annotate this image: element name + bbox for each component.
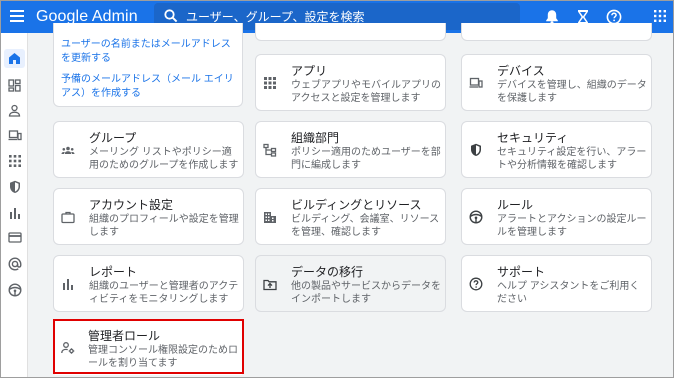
card-rules[interactable]: ルール アラートとアクションの設定ルールを管理します — [461, 188, 652, 245]
person-icon — [8, 104, 21, 117]
card-title: アカウント設定 — [89, 198, 174, 212]
card-apps[interactable]: アプリ ウェブアプリやモバイルアプリのアクセスと設定を管理します — [255, 54, 446, 111]
help-icon — [469, 277, 483, 290]
nav-devices[interactable] — [7, 128, 22, 143]
admin-console-window: Google Admin ユーザー、グループ、設定を検索 ユーザーの名前またはメ… — [0, 0, 674, 378]
steering-wheel-icon — [7, 282, 22, 297]
card-devices[interactable]: デバイス デバイスを管理し、組織のデータを保護します — [461, 54, 652, 111]
card-reports[interactable]: レポート 組織のユーザーと管理者のアクティビティをモニタリングします — [53, 255, 244, 312]
card-description: ヘルプ アシスタントをご利用ください — [497, 281, 640, 305]
card-description: ポリシー適用のためユーザーを部門に編成します — [291, 147, 441, 171]
bar-chart-icon — [63, 278, 73, 290]
devices-icon — [469, 77, 483, 88]
nav-security[interactable] — [7, 179, 22, 194]
nav-users[interactable] — [7, 103, 22, 118]
shield-icon — [9, 180, 20, 193]
search-placeholder[interactable]: ユーザー、グループ、設定を検索 — [186, 10, 365, 24]
dashboard-icon — [8, 79, 21, 92]
upload-folder-icon — [263, 279, 277, 290]
card-buildings[interactable]: ビルディングとリソース ビルディング、会議室、リソースを管理、確認します — [255, 188, 446, 245]
card-description: デバイスを管理し、組織のデータを保護します — [497, 80, 647, 104]
card-title: デバイス — [497, 64, 545, 78]
side-nav — [1, 33, 28, 377]
briefcase-icon — [61, 211, 75, 223]
card-support[interactable]: サポート ヘルプ アシスタントをご利用ください — [461, 255, 652, 312]
nav-rules[interactable] — [7, 282, 22, 297]
apps-grid-icon[interactable] — [654, 10, 666, 22]
nav-dashboard[interactable] — [7, 78, 22, 93]
devices-icon — [8, 130, 22, 141]
apps-icon — [8, 154, 21, 167]
card-description: ビルディング、会議室、リソースを管理、確認します — [291, 214, 440, 238]
card-title: グループ — [89, 131, 137, 145]
nav-reports[interactable] — [7, 205, 22, 220]
at-sign-icon — [7, 256, 22, 271]
nav-domains[interactable] — [7, 256, 22, 271]
groups-icon — [61, 146, 75, 154]
create-alias-link[interactable]: 予備のメールアドレス（メール エイリアス）を作成する — [61, 73, 236, 100]
card-security[interactable]: セキュリティ セキュリティ設定を行い、アラートや分析情報を確認します — [461, 121, 652, 178]
card-description: アラートとアクションの設定ルールを管理します — [497, 214, 647, 238]
card-title: 組織部門 — [291, 131, 340, 145]
shield-icon — [471, 143, 481, 156]
highlight-box — [53, 319, 244, 374]
card-data-migration[interactable]: データの移行 他の製品やサービスからデータをインポートします — [255, 255, 446, 312]
nav-home[interactable] — [4, 49, 25, 68]
menu-icon[interactable] — [10, 10, 24, 22]
home-icon — [9, 53, 20, 64]
card-title: データの移行 — [291, 265, 364, 279]
card-title: セキュリティ — [497, 131, 569, 145]
card-title: ルール — [497, 198, 534, 212]
card-title: ビルディングとリソース — [291, 198, 422, 212]
card-description: ウェブアプリやモバイルアプリのアクセスと設定を管理します — [291, 80, 441, 104]
update-user-link[interactable]: ユーザーの名前またはメールアドレスを更新する — [61, 38, 231, 65]
nav-billing[interactable] — [7, 230, 22, 245]
card-title: サポート — [497, 265, 546, 279]
card-description: 他の製品やサービスからデータをインポートします — [291, 281, 441, 305]
card-description: セキュリティ設定を行い、アラートや分析情報を確認します — [497, 147, 647, 171]
bar-chart-icon — [9, 207, 20, 219]
card-title: アプリ — [291, 64, 328, 78]
card-account-settings[interactable]: アカウント設定 組織のプロフィールや設定を管理します — [53, 188, 244, 245]
credit-card-icon — [7, 232, 22, 243]
nav-apps[interactable] — [7, 153, 22, 168]
card-description: メーリング リストやポリシー適用のためのグループを作成します — [89, 147, 239, 171]
card-partial-middle — [255, 23, 446, 41]
card-title: レポート — [89, 265, 138, 279]
apps-grid-icon — [264, 76, 276, 89]
building-icon — [264, 211, 276, 223]
card-org-units[interactable]: 組織部門 ポリシー適用のためユーザーを部門に編成します — [255, 121, 446, 178]
org-tree-icon — [263, 143, 277, 157]
card-description: 組織のユーザーと管理者のアクティビティをモニタリングします — [89, 281, 239, 305]
card-partial-right — [461, 23, 652, 41]
search-icon — [164, 9, 178, 23]
steering-wheel-icon — [469, 209, 483, 224]
card-description: 組織のプロフィールや設定を管理します — [89, 214, 239, 238]
card-groups[interactable]: グループ メーリング リストやポリシー適用のためのグループを作成します — [53, 121, 244, 178]
